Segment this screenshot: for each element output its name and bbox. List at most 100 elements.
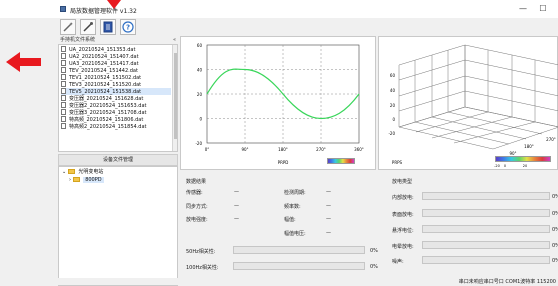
- file-icon: [61, 81, 66, 87]
- tool-3-button[interactable]: [100, 19, 116, 35]
- floating-potential-bar: [422, 225, 550, 233]
- file-list-scrollbar[interactable]: [172, 45, 177, 151]
- chevron-right-icon[interactable]: ›: [69, 177, 71, 183]
- tool-1-button[interactable]: [60, 19, 76, 35]
- file-item[interactable]: UA_20210524_151353.dat: [61, 46, 171, 53]
- x-tick-label: 90°: [241, 147, 248, 152]
- phase-axis-label: 180°: [524, 144, 534, 149]
- surface-discharge-value: 0%: [552, 211, 558, 217]
- file-icon: [61, 46, 66, 52]
- file-icon: [61, 67, 66, 73]
- period-value: —: [326, 189, 331, 195]
- tree-item-800pd[interactable]: › 800PD: [69, 177, 104, 184]
- phase-axis-label: 270°: [546, 137, 556, 142]
- file-item[interactable]: TEV_20210524_151442.dat: [61, 67, 171, 74]
- tree-label: 800PD: [83, 177, 104, 183]
- collapse-panel-button[interactable]: «: [173, 36, 176, 44]
- z-tick-label: 0: [392, 117, 395, 122]
- sync-label: 同步方式:: [186, 204, 208, 210]
- left-panel: 手持机文件系统 « UA_20210524_151353.dat UA2_202…: [58, 36, 178, 286]
- file-item[interactable]: TEV1_20210524_151502.dat: [61, 74, 171, 81]
- file-icon: [61, 74, 66, 80]
- period-label: 检测周期:: [284, 190, 306, 196]
- floating-potential-label: 悬浮电位:: [392, 228, 414, 234]
- y-tick-label: 60: [197, 43, 203, 48]
- correlation-100hz-bar: [233, 262, 365, 270]
- maximize-button[interactable]: ☐: [536, 3, 550, 15]
- app-window: 局放数据管理软件 v1.32 — ☐ ? 手持机文件系统 « UA_202105…: [0, 0, 558, 286]
- minimize-button[interactable]: —: [516, 3, 530, 15]
- help-icon: ?: [122, 21, 134, 33]
- corona-discharge-label: 电晕放电:: [392, 244, 414, 250]
- device-file-header: 设备文件管理: [58, 154, 178, 166]
- correlation-50hz-pct: 0%: [370, 248, 378, 254]
- correlation-100hz-label: 100Hz相关性:: [186, 265, 219, 271]
- z-tick-label: 60: [390, 73, 396, 78]
- z-tick-label: 20: [390, 103, 396, 108]
- file-name: 特高频2_20210524_151854.dat: [69, 124, 147, 130]
- floating-potential-value: 0%: [552, 227, 558, 233]
- tree-item-station[interactable]: ⌄ 光明变电站: [62, 169, 103, 176]
- amplitude-label: 幅值:: [284, 217, 296, 223]
- file-icon: [61, 102, 66, 108]
- panel-title: 手持机文件系统: [60, 37, 96, 43]
- app-icon: [60, 6, 66, 12]
- y-tick-label: 0: [199, 117, 202, 122]
- prpd-chart: 60 40 20 0 -20 0° 90° 180° 270° 360° PRP…: [180, 36, 376, 170]
- help-button[interactable]: ?: [120, 19, 136, 35]
- arrow-left-icon: [6, 52, 41, 72]
- arrow-down-icon: [107, 0, 121, 9]
- correlation-100hz-pct: 0%: [370, 264, 378, 270]
- file-item[interactable]: UA2_20210524_151407.dat: [61, 53, 171, 60]
- pen-icon: [63, 22, 73, 32]
- noise-value: 0%: [552, 258, 558, 264]
- data-results-title: 数据结果: [186, 179, 207, 185]
- file-icon: [61, 116, 66, 122]
- corona-discharge-bar: [422, 241, 550, 249]
- file-item[interactable]: 特高频2_20210524_151854.dat: [61, 123, 171, 130]
- file-icon: [61, 88, 66, 94]
- file-item[interactable]: TEV3_20210524_151520.dat: [61, 81, 171, 88]
- file-item[interactable]: 变压器3_20210524_151708.dat: [61, 109, 171, 116]
- file-item-selected[interactable]: TEV5_20210524_151538.dat: [61, 88, 171, 95]
- title-bar: 局放数据管理软件 v1.32 — ☐: [0, 0, 558, 18]
- prps-chart-svg: 60 40 20 0 -20 270° 180° 90° 0° PRPS -20…: [388, 44, 558, 168]
- file-icon: [61, 95, 66, 101]
- prps-chart: 60 40 20 0 -20 270° 180° 90° 0° PRPS -20…: [378, 36, 558, 170]
- sensor-label: 传感器:: [186, 190, 203, 196]
- help-label: ?: [126, 24, 130, 32]
- file-item[interactable]: 变压器2_20210524_151653.dat: [61, 102, 171, 109]
- file-icon: [61, 60, 66, 66]
- surface-discharge-label: 表面放电:: [392, 212, 414, 218]
- prpd-chart-svg: 60 40 20 0 -20 0° 90° 180° 270° 360° PRP…: [195, 43, 363, 165]
- colorbar-tick: 0: [504, 164, 506, 168]
- chevron-down-icon[interactable]: ⌄: [62, 169, 66, 175]
- internal-discharge-value: 0%: [552, 194, 558, 200]
- y-tick-label: 20: [197, 92, 203, 97]
- discharge-intensity-value: —: [234, 216, 239, 222]
- file-item[interactable]: UA3_20210524_151417.dat: [61, 60, 171, 67]
- folder-icon: [67, 169, 75, 174]
- toolbar: ?: [58, 18, 558, 36]
- file-item[interactable]: 特高频_20210524_151806.dat: [61, 116, 171, 123]
- prps-label: PRPS: [392, 160, 403, 165]
- z-tick-label: -20: [388, 131, 395, 136]
- x-tick-label: 270°: [316, 147, 326, 152]
- prpd-label: PRPD: [278, 160, 289, 165]
- prps-colorbar: [495, 156, 551, 162]
- document-icon: [103, 21, 113, 33]
- tree-label: 光明变电站: [78, 169, 104, 175]
- discharge-type-title: 放电类型: [392, 179, 413, 185]
- status-bar: 串口未响应串口号口 COM1波特率 115200: [0, 278, 558, 285]
- sync-value: —: [234, 203, 239, 209]
- y-tick-label: -20: [195, 141, 202, 146]
- amplitude-value: —: [326, 216, 331, 222]
- amplitude-voltage-label: 幅值电压:: [284, 231, 306, 237]
- scroll-thumb[interactable]: [174, 53, 177, 139]
- wand-icon: [83, 22, 93, 32]
- tool-2-button[interactable]: [80, 19, 96, 35]
- file-item[interactable]: 变压器_20210524_151628.dat: [61, 95, 171, 102]
- x-tick-label: 0°: [205, 147, 210, 152]
- surface-discharge-bar: [422, 209, 550, 217]
- amplitude-voltage-value: —: [326, 230, 331, 236]
